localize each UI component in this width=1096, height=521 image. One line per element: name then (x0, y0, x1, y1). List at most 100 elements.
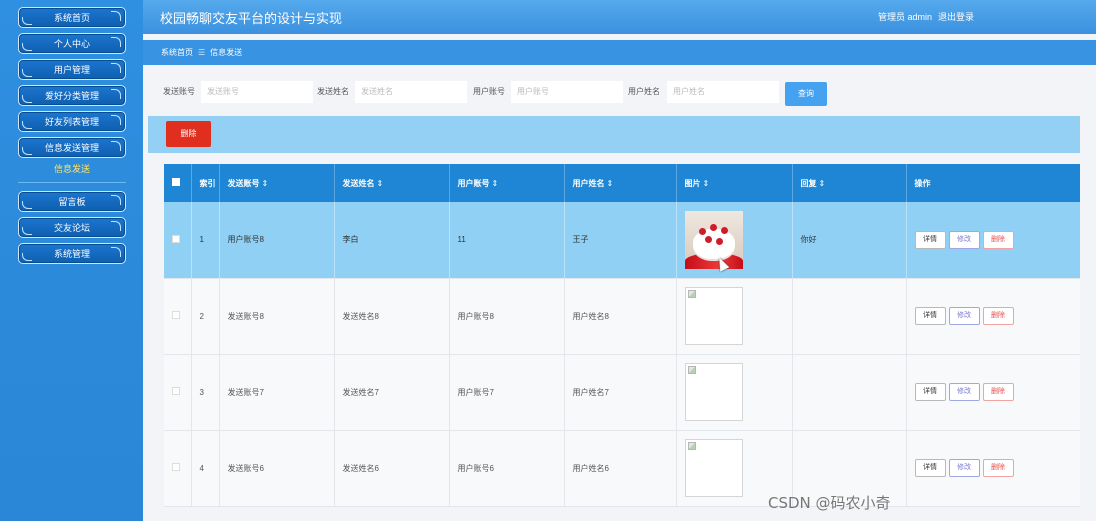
row-reply (792, 354, 907, 431)
row-image-cell (676, 354, 793, 431)
broken-image-icon (687, 442, 696, 450)
header-sender-account[interactable]: 发送账号 ⇕ (219, 164, 335, 202)
strawberry (704, 235, 712, 243)
row-sender-name: 发送姓名8 (334, 278, 450, 355)
sidebar-item-label: 好友列表管理 (44, 117, 99, 127)
row-index: 4 (191, 430, 220, 507)
row-reply (792, 278, 907, 355)
row-checkbox[interactable] (172, 234, 180, 243)
row-select-cell[interactable] (164, 430, 192, 507)
edit-button[interactable]: 修改 (948, 230, 980, 249)
table-header-row: 索引 发送账号 ⇕ 发送姓名 ⇕ 用户账号 ⇕ 用户姓名 ⇕ 图片 ⇕ 回复 ⇕ 操作 (164, 164, 1080, 202)
detail-button[interactable]: 详情 (914, 230, 946, 249)
sender-account-input[interactable]: 发送账号 (201, 81, 313, 103)
sidebar-item-label: 信息发送管理 (44, 143, 99, 153)
sidebar-item-hobby-category[interactable]: 爱好分类管理 (18, 85, 126, 106)
header-label: 用户姓名 (572, 178, 605, 188)
edit-button[interactable]: 修改 (948, 383, 980, 401)
sidebar-item-friend-list[interactable]: 好友列表管理 (18, 111, 126, 132)
row-checkbox[interactable] (172, 387, 180, 395)
sort-icon[interactable]: ⇕ (703, 179, 710, 188)
row-checkbox[interactable] (172, 311, 180, 319)
header-actions: 操作 (906, 164, 1080, 202)
strawberry (698, 227, 706, 235)
user-name-input[interactable]: 用户姓名 (667, 81, 779, 103)
query-button[interactable]: 查询 (785, 82, 827, 106)
sidebar-item-label: 留言板 (58, 197, 86, 207)
sidebar-item-system[interactable]: 系统管理 (18, 243, 126, 264)
row-actions: 详情 修改 删除 (906, 202, 1080, 279)
sidebar-item-message-sending[interactable]: 信息发送管理 (18, 137, 126, 158)
sort-icon[interactable]: ⇕ (492, 179, 499, 188)
edit-button[interactable]: 修改 (948, 459, 980, 477)
broken-image[interactable] (684, 439, 743, 497)
detail-button[interactable]: 详情 (914, 383, 946, 401)
row-user-name: 用户姓名8 (564, 278, 677, 355)
breadcrumb: 系统首页 ☰ 信息发送 (143, 40, 1096, 65)
row-delete-button[interactable]: 删除 (982, 307, 1014, 325)
table-row[interactable]: 2 发送账号8 发送姓名8 用户账号8 用户姓名8 详情 修改 删除 (164, 278, 1080, 355)
sidebar-submenu-message-send[interactable]: 信息发送 (18, 162, 126, 176)
sort-icon[interactable]: ⇕ (607, 179, 614, 188)
table-row[interactable]: 4 发送账号6 发送姓名6 用户账号6 用户姓名6 详情 修改 删除 (164, 430, 1080, 507)
sort-icon[interactable]: ⇕ (262, 179, 269, 188)
row-sender-account: 发送账号6 (219, 430, 335, 507)
sidebar-item-user-management[interactable]: 用户管理 (18, 59, 126, 80)
sidebar-item-home[interactable]: 系统首页 (18, 7, 126, 28)
sidebar-item-message-board[interactable]: 留言板 (18, 191, 126, 212)
header-reply[interactable]: 回复 ⇕ (792, 164, 907, 202)
row-user-account: 用户账号6 (449, 430, 565, 507)
search-row: 发送账号 发送账号 发送姓名 发送姓名 用户账号 用户账号 用户姓名 用户姓名 … (143, 76, 1096, 112)
edit-button[interactable]: 修改 (948, 307, 980, 325)
select-all-cell[interactable] (164, 164, 192, 202)
user-account-label: 用户账号 (473, 87, 505, 96)
admin-info: 管理员 admin 退出登录 (878, 10, 980, 23)
table-row[interactable]: 3 发送账号7 发送姓名7 用户账号7 用户姓名7 详情 修改 删除 (164, 354, 1080, 431)
row-user-account: 用户账号8 (449, 278, 565, 355)
row-actions: 详情 修改 删除 (906, 430, 1080, 507)
sidebar-item-label: 个人中心 (53, 39, 90, 49)
row-index: 1 (191, 202, 220, 279)
header-user-name[interactable]: 用户姓名 ⇕ (564, 164, 677, 202)
row-index: 3 (191, 354, 220, 431)
row-select-cell[interactable] (164, 354, 192, 431)
header-sender-name[interactable]: 发送姓名 ⇕ (334, 164, 450, 202)
row-actions: 详情 修改 删除 (906, 354, 1080, 431)
cake-image[interactable] (684, 210, 743, 269)
user-account-input[interactable]: 用户账号 (511, 81, 623, 103)
row-delete-button[interactable]: 删除 (982, 459, 1014, 477)
sender-name-label: 发送姓名 (317, 87, 349, 96)
logout-link[interactable]: 退出登录 (938, 12, 974, 22)
sidebar-item-forum[interactable]: 交友论坛 (18, 217, 126, 238)
strawberry (720, 226, 728, 234)
detail-button[interactable]: 详情 (914, 459, 946, 477)
header-index: 索引 (191, 164, 220, 202)
sort-icon[interactable]: ⇕ (819, 179, 826, 188)
header-label: 图片 (684, 178, 701, 188)
strawberry (709, 223, 717, 231)
header-user-account[interactable]: 用户账号 ⇕ (449, 164, 565, 202)
row-sender-account: 发送账号7 (219, 354, 335, 431)
select-all-checkbox[interactable] (172, 178, 180, 186)
row-checkbox[interactable] (172, 463, 180, 471)
table-row[interactable]: 1 用户账号8 李白 11 王子 你好 详情 修改 删除 (164, 202, 1080, 279)
row-user-name: 用户姓名6 (564, 430, 677, 507)
sidebar-divider (18, 182, 126, 183)
user-name-label: 用户姓名 (628, 87, 660, 96)
row-delete-button[interactable]: 删除 (982, 383, 1014, 401)
delete-button[interactable]: 删除 (166, 121, 211, 147)
row-select-cell[interactable] (164, 278, 192, 355)
row-delete-button[interactable]: 删除 (982, 230, 1014, 249)
sort-icon[interactable]: ⇕ (377, 179, 384, 188)
header-image[interactable]: 图片 ⇕ (676, 164, 793, 202)
sidebar-item-personal-center[interactable]: 个人中心 (18, 33, 126, 54)
sender-name-input[interactable]: 发送姓名 (355, 81, 467, 103)
broken-image[interactable] (684, 287, 743, 345)
broken-image[interactable] (684, 363, 743, 421)
row-select-cell[interactable] (164, 202, 192, 279)
row-sender-name: 发送姓名6 (334, 430, 450, 507)
detail-button[interactable]: 详情 (914, 307, 946, 325)
sidebar-item-label: 系统管理 (53, 249, 90, 259)
breadcrumb-home[interactable]: 系统首页 (161, 48, 193, 57)
app-title: 校园畅聊交友平台的设计与实现 (160, 12, 343, 27)
